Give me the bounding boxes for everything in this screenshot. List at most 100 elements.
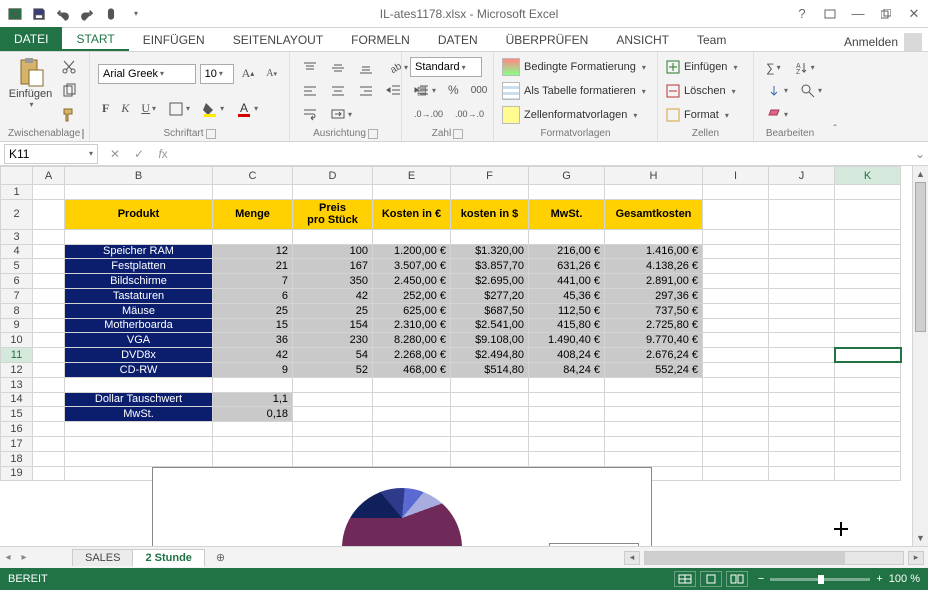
cell[interactable] (703, 229, 769, 244)
cell[interactable] (835, 318, 901, 333)
row-header[interactable]: 1 (1, 185, 33, 200)
cell[interactable] (703, 407, 769, 422)
cell[interactable] (33, 377, 65, 392)
cell[interactable] (65, 185, 213, 200)
cell[interactable] (33, 466, 65, 481)
cell[interactable] (451, 407, 529, 422)
cell[interactable]: Preis pro Stück (293, 199, 373, 229)
row-header[interactable]: 8 (1, 303, 33, 318)
cell[interactable]: 230 (293, 333, 373, 348)
cell[interactable] (33, 362, 65, 377)
align-left-icon[interactable] (298, 80, 322, 102)
cell[interactable] (529, 229, 605, 244)
fill-icon[interactable]: ▾ (762, 80, 792, 102)
insert-cells-button[interactable]: Einfügen▾ (666, 60, 745, 74)
cell[interactable] (33, 348, 65, 363)
cell[interactable] (703, 392, 769, 407)
row-header[interactable]: 16 (1, 422, 33, 437)
cell[interactable] (529, 407, 605, 422)
cell[interactable]: 84,24 € (529, 362, 605, 377)
cell[interactable]: Mäuse (65, 303, 213, 318)
decrease-decimal-icon[interactable]: .00→.0 (451, 103, 488, 125)
tab-data[interactable]: DATEN (424, 29, 492, 51)
cell[interactable] (769, 407, 835, 422)
align-top-icon[interactable] (298, 57, 322, 79)
minimize-icon[interactable]: — (844, 2, 872, 26)
cell[interactable] (769, 259, 835, 274)
copy-icon[interactable] (57, 80, 81, 102)
tab-start[interactable]: START (62, 28, 128, 51)
cell[interactable] (703, 259, 769, 274)
cell[interactable]: Tastaturen (65, 288, 213, 303)
cell[interactable] (213, 451, 293, 466)
cell[interactable] (835, 288, 901, 303)
cell[interactable] (703, 199, 769, 229)
cell[interactable] (33, 407, 65, 422)
cell[interactable] (605, 451, 703, 466)
cell[interactable] (605, 436, 703, 451)
cell[interactable] (451, 229, 529, 244)
cell[interactable] (703, 436, 769, 451)
cell[interactable] (33, 259, 65, 274)
grow-font-icon[interactable]: A▴ (238, 63, 259, 85)
cell[interactable]: 25 (213, 303, 293, 318)
cell[interactable] (835, 377, 901, 392)
column-headers[interactable]: A B C D E F G H I J K (1, 167, 901, 185)
expand-formula-bar-icon[interactable]: ⌄ (912, 147, 928, 161)
conditional-formatting-button[interactable]: Bedingte Formatierung▾ (502, 58, 649, 76)
cell[interactable] (703, 348, 769, 363)
hscroll-thumb[interactable] (645, 552, 845, 564)
cell[interactable] (769, 377, 835, 392)
cell[interactable] (703, 274, 769, 289)
format-as-table-button[interactable]: Als Tabelle formatieren▾ (502, 82, 649, 100)
cell[interactable] (769, 244, 835, 259)
cell[interactable] (33, 274, 65, 289)
cell[interactable] (605, 392, 703, 407)
mouse-icon[interactable] (100, 3, 122, 25)
cell[interactable]: $1.320,00 (451, 244, 529, 259)
cell[interactable] (373, 229, 451, 244)
view-page-break-icon[interactable] (726, 571, 748, 587)
cell[interactable] (835, 229, 901, 244)
name-box[interactable]: K11▾ (4, 144, 98, 164)
font-launcher-icon[interactable] (206, 129, 216, 139)
cell[interactable] (373, 407, 451, 422)
align-middle-icon[interactable] (326, 57, 350, 79)
cell[interactable] (451, 392, 529, 407)
clear-icon[interactable]: ▾ (762, 103, 792, 125)
cell[interactable]: 25 (293, 303, 373, 318)
zoom-percent[interactable]: 100 % (889, 573, 920, 585)
sheet-tab-2stunde[interactable]: 2 Stunde (132, 549, 204, 567)
sort-filter-icon[interactable]: AZ▾ (789, 57, 819, 79)
cell[interactable] (703, 422, 769, 437)
cell[interactable]: 1.490,40 € (529, 333, 605, 348)
cell[interactable] (65, 229, 213, 244)
cell[interactable]: 100 (293, 244, 373, 259)
tab-file[interactable]: DATEI (0, 27, 62, 51)
cell[interactable] (451, 377, 529, 392)
restore-icon[interactable] (872, 2, 900, 26)
cell[interactable]: 12 (213, 244, 293, 259)
align-center-icon[interactable] (326, 80, 350, 102)
increase-decimal-icon[interactable]: .0→.00 (410, 103, 447, 125)
tab-team[interactable]: Team (683, 29, 740, 51)
cell[interactable] (293, 436, 373, 451)
cell[interactable]: Dollar Tauschwert (65, 392, 213, 407)
cell[interactable] (769, 199, 835, 229)
cell[interactable]: 4.138,26 € (605, 259, 703, 274)
cell[interactable]: 7 (213, 274, 293, 289)
cell[interactable]: 154 (293, 318, 373, 333)
excel-icon[interactable]: X (4, 3, 26, 25)
align-bottom-icon[interactable] (354, 57, 378, 79)
cell[interactable] (769, 362, 835, 377)
cell[interactable] (373, 451, 451, 466)
cell[interactable]: 252,00 € (373, 288, 451, 303)
cell[interactable] (529, 422, 605, 437)
cell[interactable]: 167 (293, 259, 373, 274)
cell[interactable]: 36 (213, 333, 293, 348)
cell[interactable]: 42 (213, 348, 293, 363)
cell[interactable]: 737,50 € (605, 303, 703, 318)
cell[interactable]: 2.725,80 € (605, 318, 703, 333)
cell[interactable]: 1.416,00 € (605, 244, 703, 259)
signin[interactable]: Anmelden (844, 33, 928, 51)
